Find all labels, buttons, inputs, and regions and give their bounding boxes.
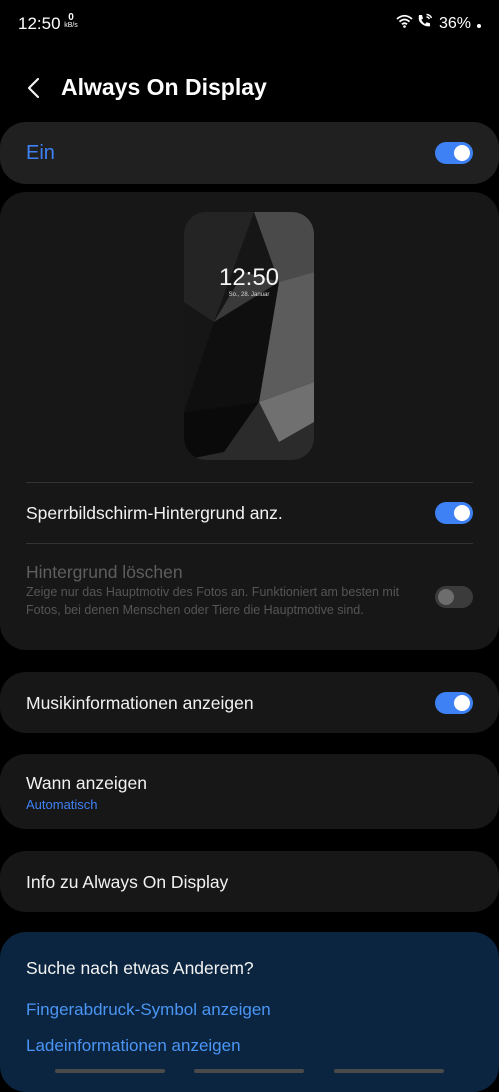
remove-background-label: Hintergrund löschen bbox=[26, 562, 183, 582]
suggestion-link-charging-info[interactable]: Ladeinformationen anzeigen bbox=[26, 1036, 241, 1056]
data-rate-value: 0 bbox=[68, 12, 74, 23]
music-info-toggle[interactable] bbox=[435, 692, 473, 714]
toggle-knob bbox=[438, 589, 454, 605]
data-rate-unit: kB/s bbox=[64, 22, 78, 29]
when-to-show-label: Wann anzeigen bbox=[26, 773, 147, 793]
nav-home-bar[interactable] bbox=[194, 1069, 304, 1073]
wifi-icon bbox=[396, 14, 413, 33]
suggestion-link-fingerprint-icon[interactable]: Fingerabdruck-Symbol anzeigen bbox=[26, 1000, 271, 1020]
remove-background-description: Zeige nur das Hauptmotiv des Fotos an. F… bbox=[26, 585, 400, 617]
remove-background-toggle bbox=[435, 586, 473, 608]
notification-dot-icon bbox=[477, 24, 481, 28]
data-rate-indicator: 0 kB/s bbox=[62, 12, 80, 30]
music-info-label: Musikinformationen anzeigen bbox=[26, 693, 254, 713]
chevron-left-icon bbox=[27, 77, 40, 99]
aod-preview[interactable]: 12:50 So., 28. Januar bbox=[184, 212, 314, 460]
master-switch-row[interactable]: Ein bbox=[0, 122, 499, 184]
preview-clock: 12:50 bbox=[218, 264, 280, 291]
music-info-row[interactable]: Musikinformationen anzeigen bbox=[0, 672, 499, 733]
status-bar: 12:50 0 kB/s 36% bbox=[0, 0, 499, 46]
back-button[interactable] bbox=[22, 74, 48, 102]
wallpaper-image bbox=[184, 212, 314, 460]
toggle-knob bbox=[454, 505, 470, 521]
master-toggle[interactable] bbox=[435, 142, 473, 164]
nav-recents-bar[interactable] bbox=[55, 1069, 165, 1073]
about-aod-row[interactable]: Info zu Always On Display bbox=[0, 851, 499, 912]
status-time: 12:50 bbox=[18, 14, 61, 33]
suggestions-panel: Suche nach etwas Anderem? Fingerabdruck-… bbox=[0, 932, 499, 1092]
when-to-show-row[interactable]: Wann anzeigen Automatisch bbox=[0, 754, 499, 829]
battery-text: 36% bbox=[438, 14, 471, 32]
about-aod-label: Info zu Always On Display bbox=[26, 872, 229, 892]
divider bbox=[26, 482, 473, 483]
page-title: Always On Display bbox=[61, 74, 267, 100]
preview-date: So., 28. Januar bbox=[228, 292, 270, 298]
toggle-knob bbox=[454, 145, 470, 161]
when-to-show-value: Automatisch bbox=[26, 797, 98, 812]
aod-settings-card: 12:50 So., 28. Januar Sperrbildschirm-Hi… bbox=[0, 192, 499, 650]
app-header: Always On Display bbox=[0, 60, 499, 116]
lockscreen-wallpaper-toggle[interactable] bbox=[435, 502, 473, 524]
lockscreen-wallpaper-label: Sperrbildschirm-Hintergrund anz. bbox=[26, 503, 283, 523]
nav-back-bar[interactable] bbox=[334, 1069, 444, 1073]
divider bbox=[26, 543, 473, 544]
status-icons: 36% bbox=[396, 13, 471, 34]
toggle-knob bbox=[454, 695, 470, 711]
master-switch-label: Ein bbox=[26, 142, 55, 164]
wifi-calling-icon bbox=[416, 13, 434, 34]
suggestions-question: Suche nach etwas Anderem? bbox=[26, 958, 254, 978]
